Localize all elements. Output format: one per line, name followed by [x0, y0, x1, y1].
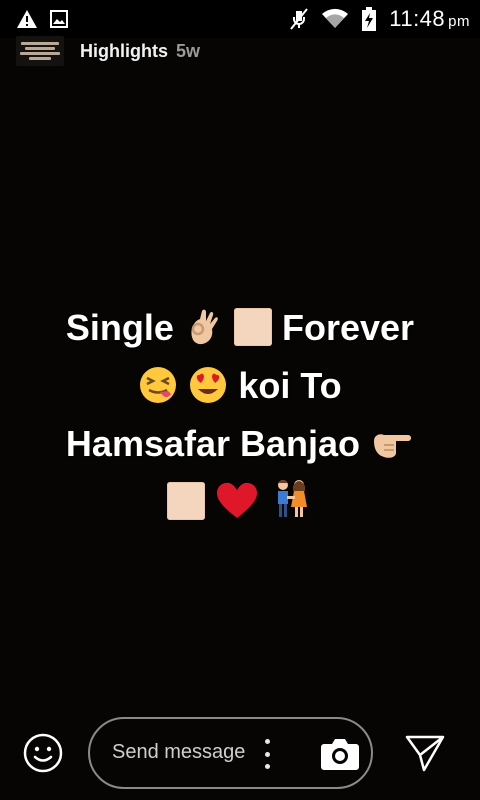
camera-icon	[320, 739, 360, 777]
mute-icon	[289, 7, 309, 31]
caption-word-forever: Forever	[282, 307, 415, 348]
avatar[interactable]	[16, 36, 64, 66]
caption-line-4	[30, 476, 450, 534]
more-vertical-icon[interactable]	[264, 739, 270, 769]
warning-icon	[16, 9, 38, 29]
caption-word-koi-to: koi To	[238, 365, 342, 406]
send-icon	[404, 735, 446, 777]
story-age: 5w	[176, 40, 201, 61]
squinting-tongue-face-icon	[138, 365, 178, 418]
send-message-placeholder[interactable]: Send message	[112, 741, 245, 764]
heart-eyes-face-icon	[188, 365, 228, 418]
caption-line-2: koi To	[30, 360, 450, 418]
send-message-field[interactable]: Send message	[88, 717, 373, 789]
story-caption: Single Forever koi To Hamsafar Banjao	[30, 302, 450, 534]
wifi-icon	[321, 8, 349, 30]
couple-holding-hands-icon	[269, 477, 313, 534]
red-heart-icon	[215, 481, 259, 534]
clock: 11:48 pm	[389, 6, 470, 31]
skin-tone-square-icon-2	[166, 482, 205, 520]
caption-line-1: Single Forever	[30, 302, 450, 360]
story-header: Highlights 5w	[16, 36, 200, 66]
caption-word-single: Single	[65, 307, 174, 348]
ok-hand-icon	[184, 307, 224, 360]
status-bar: 11:48 pm	[0, 0, 480, 38]
battery-charging-icon	[361, 6, 377, 32]
pointing-right-icon	[370, 423, 414, 476]
caption-word-hamsafar-banjao: Hamsafar Banjao	[65, 423, 361, 464]
skin-tone-square-icon	[233, 308, 272, 346]
smiley-icon	[22, 733, 64, 778]
caption-line-3: Hamsafar Banjao	[30, 418, 450, 476]
story-title[interactable]: Highlights	[80, 41, 168, 62]
smiley-button[interactable]	[22, 732, 64, 774]
send-button[interactable]	[404, 733, 446, 773]
image-icon	[50, 10, 68, 28]
camera-button[interactable]	[320, 735, 360, 773]
